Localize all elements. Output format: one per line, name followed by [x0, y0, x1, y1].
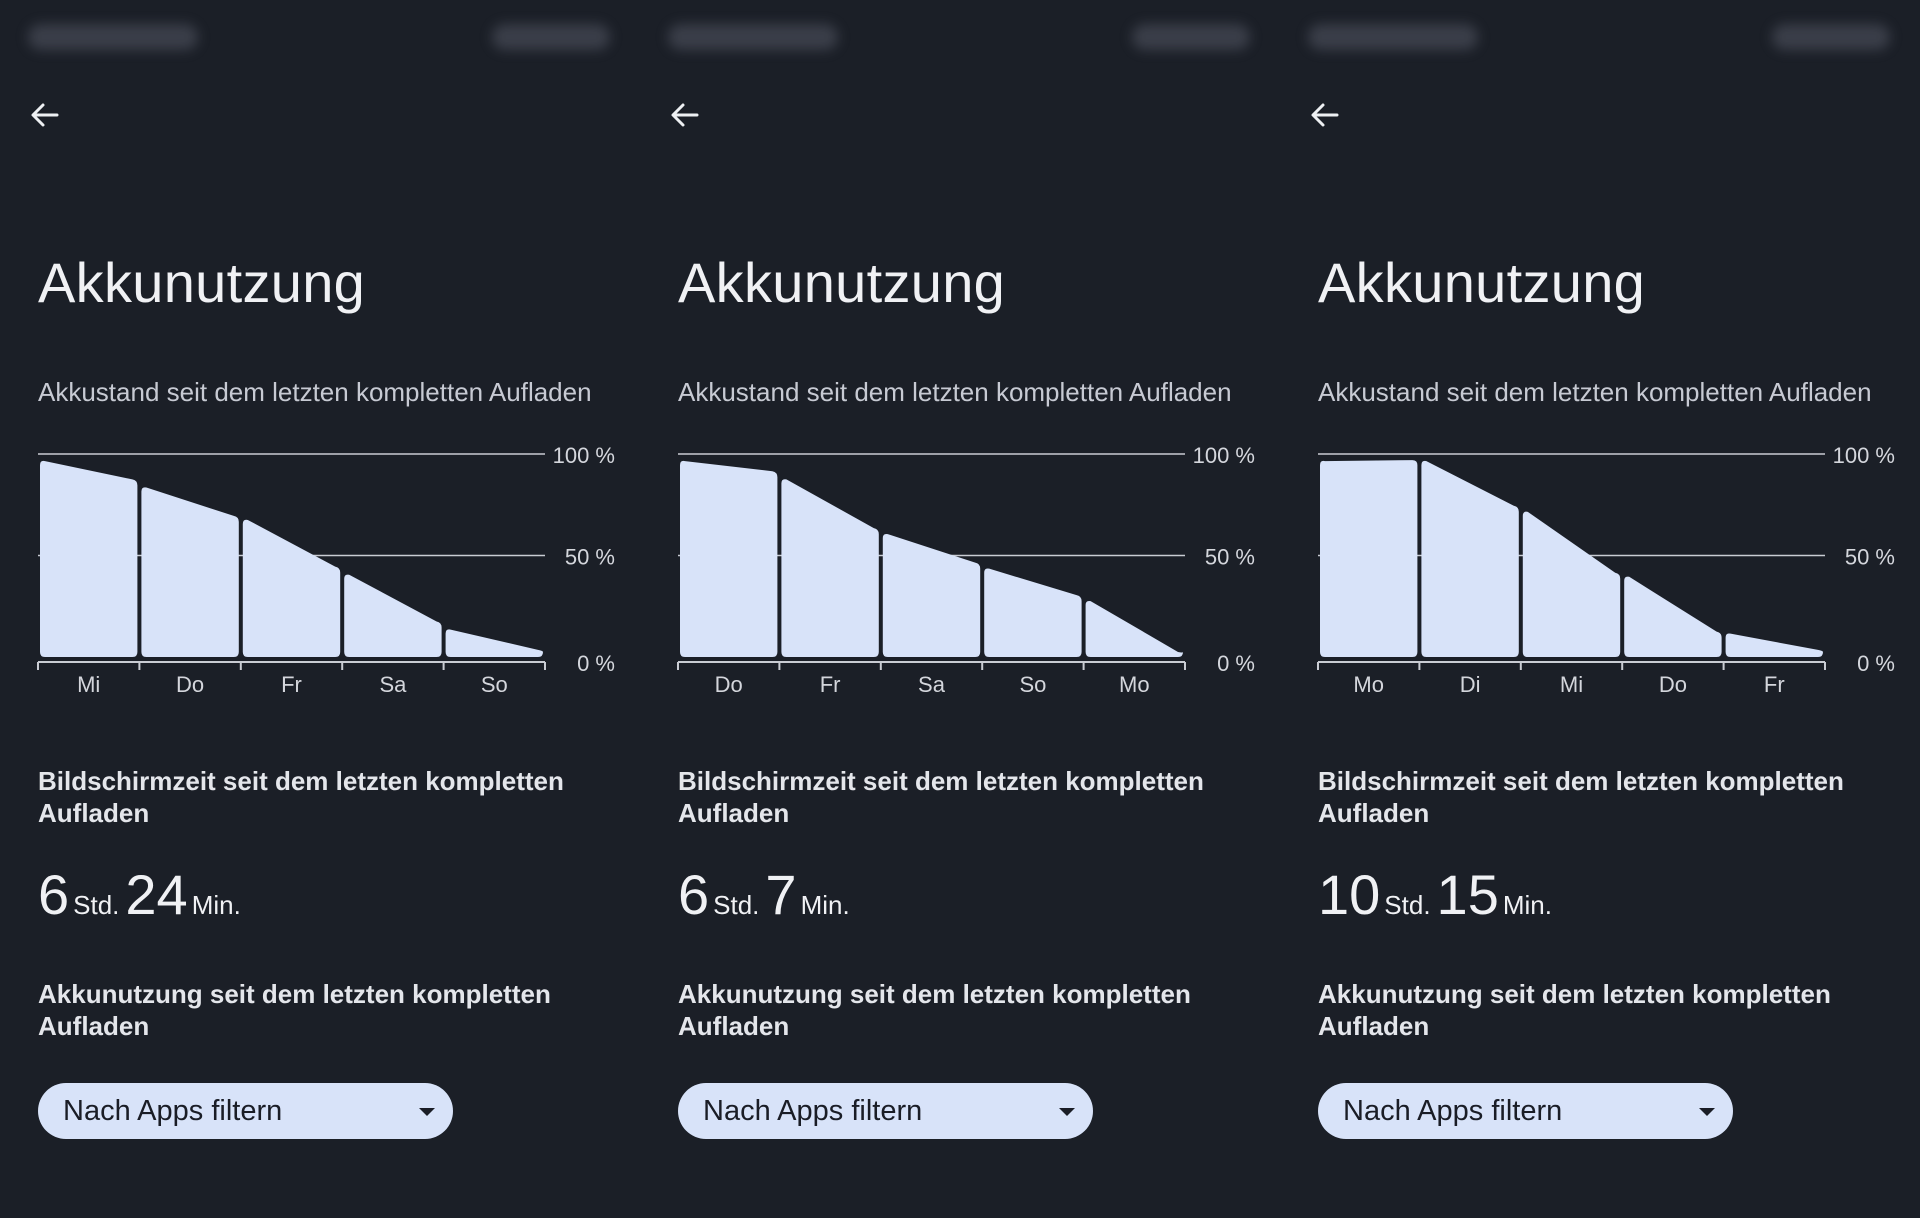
- x-category-label: Mi: [1560, 672, 1583, 697]
- battery-bar-sa: [344, 574, 442, 657]
- screen-time-value: 6 Std. 24 Min.: [38, 862, 247, 927]
- status-bar-left-blurred: [1308, 24, 1478, 50]
- page-title: Akkunutzung: [1318, 251, 1646, 314]
- y-tick-label: 0 %: [1217, 651, 1255, 676]
- screen-time-hours: 6: [38, 863, 70, 926]
- filter-by-apps-label: Nach Apps filtern: [703, 1094, 923, 1127]
- x-category-label: Do: [715, 672, 743, 697]
- y-tick-label: 0 %: [577, 651, 615, 676]
- screen-time-title: Bildschirmzeit seit dem letzten komplett…: [38, 766, 564, 828]
- battery-screen-2: Akkunutzung Akkustand seit dem letzten k…: [640, 0, 1280, 1218]
- y-tick-label: 0 %: [1857, 651, 1895, 676]
- battery-bar-do: [680, 460, 778, 657]
- back-button[interactable]: [24, 94, 66, 136]
- x-category-label: Do: [1659, 672, 1687, 697]
- battery-bar-so: [445, 629, 543, 657]
- battery-bar-mo: [1085, 600, 1183, 657]
- battery-bar-sa: [882, 534, 981, 657]
- screen-time-minutes-unit: Min.: [191, 890, 241, 920]
- arrow-left-icon: [671, 103, 699, 127]
- x-category-label: Do: [176, 672, 204, 697]
- screen-time-hours-unit: Std.: [1384, 890, 1431, 920]
- filter-by-apps-dropdown[interactable]: Nach Apps filtern: [1318, 1083, 1733, 1139]
- filter-by-apps-dropdown[interactable]: Nach Apps filtern: [38, 1083, 453, 1139]
- page-title: Akkunutzung: [38, 251, 366, 314]
- battery-bar-mo: [1320, 460, 1418, 657]
- arrow-left-icon: [1311, 103, 1339, 127]
- caret-down-icon: [1059, 1108, 1075, 1116]
- battery-bar-do: [1624, 576, 1722, 657]
- battery-bar-mi: [1522, 511, 1621, 657]
- filter-by-apps-label: Nach Apps filtern: [63, 1094, 283, 1127]
- caret-down-icon: [419, 1108, 435, 1116]
- y-tick-label: 50 %: [565, 545, 615, 570]
- battery-level-chart: 100 % 50 % 0 % Do Fr Sa So Mo: [677, 443, 1255, 697]
- screen-time-minutes: 15: [1436, 863, 1499, 926]
- x-category-label: Di: [1460, 672, 1481, 697]
- status-bar: [640, 0, 1280, 70]
- y-tick-label: 100 %: [1193, 443, 1255, 468]
- y-tick-label: 50 %: [1845, 545, 1895, 570]
- arrow-left-icon: [31, 103, 59, 127]
- battery-bar-do: [141, 487, 239, 657]
- x-category-label: So: [1019, 672, 1046, 697]
- screen-time-value: 10 Std. 15 Min.: [1318, 862, 1558, 927]
- battery-level-chart: 100 % 50 % 0 % Mo Di Mi Do Fr: [1317, 443, 1895, 697]
- back-button[interactable]: [1304, 94, 1346, 136]
- screen-time-minutes-unit: Min.: [1502, 890, 1552, 920]
- battery-bar-so: [984, 568, 1082, 657]
- battery-usage-title: Akkunutzung seit dem letzten kompletten …: [1318, 979, 1831, 1041]
- screen-time-value: 6 Std. 7 Min.: [678, 862, 856, 927]
- screen-time-minutes: 24: [125, 863, 188, 926]
- chart-caption: Akkustand seit dem letzten kompletten Au…: [678, 377, 1232, 407]
- battery-bar-fr: [1725, 633, 1823, 657]
- battery-screen-3: Akkunutzung Akkustand seit dem letzten k…: [1280, 0, 1920, 1218]
- x-category-label: So: [481, 672, 508, 697]
- battery-bar-di: [1421, 460, 1519, 657]
- filter-by-apps-label: Nach Apps filtern: [1343, 1094, 1563, 1127]
- screen-time-hours-unit: Std.: [713, 890, 760, 920]
- battery-screen-1: Akkunutzung Akkustand seit dem letzten k…: [0, 0, 640, 1218]
- screen-time-hours-unit: Std.: [73, 890, 120, 920]
- x-category-label: Fr: [281, 672, 302, 697]
- x-category-label: Mo: [1353, 672, 1384, 697]
- screen-time-minutes: 7: [765, 863, 797, 926]
- battery-bar-mi: [40, 460, 138, 657]
- y-tick-label: 50 %: [1205, 545, 1255, 570]
- filter-by-apps-dropdown[interactable]: Nach Apps filtern: [678, 1083, 1093, 1139]
- status-bar-right-blurred: [1772, 24, 1890, 50]
- status-bar-left-blurred: [668, 24, 838, 50]
- y-tick-label: 100 %: [1833, 443, 1895, 468]
- chart-caption: Akkustand seit dem letzten kompletten Au…: [38, 377, 592, 407]
- page-title: Akkunutzung: [678, 251, 1006, 314]
- battery-level-chart: 100 % 50 % 0 % Mi Do Fr Sa So: [37, 443, 615, 697]
- x-category-label: Fr: [1764, 672, 1785, 697]
- status-bar-right-blurred: [492, 24, 610, 50]
- status-bar: [1280, 0, 1920, 70]
- screen-time-title: Bildschirmzeit seit dem letzten komplett…: [1318, 766, 1844, 828]
- x-category-label: Sa: [379, 672, 407, 697]
- screen-time-hours: 10: [1318, 863, 1381, 926]
- screen-time-hours: 6: [678, 863, 710, 926]
- battery-bar-fr: [781, 479, 879, 657]
- caret-down-icon: [1699, 1108, 1715, 1116]
- x-category-label: Fr: [820, 672, 841, 697]
- back-button[interactable]: [664, 94, 706, 136]
- screen-time-minutes-unit: Min.: [800, 890, 850, 920]
- screen-time-title: Bildschirmzeit seit dem letzten komplett…: [678, 766, 1204, 828]
- battery-usage-title: Akkunutzung seit dem letzten kompletten …: [678, 979, 1191, 1041]
- battery-usage-title: Akkunutzung seit dem letzten kompletten …: [38, 979, 551, 1041]
- battery-bar-fr: [242, 519, 341, 657]
- chart-caption: Akkustand seit dem letzten kompletten Au…: [1318, 377, 1872, 407]
- y-tick-label: 100 %: [553, 443, 615, 468]
- status-bar-right-blurred: [1132, 24, 1250, 50]
- status-bar: [0, 0, 640, 70]
- x-category-label: Mi: [77, 672, 100, 697]
- status-bar-left-blurred: [28, 24, 198, 50]
- screenshot-collage: Akkunutzung Akkustand seit dem letzten k…: [0, 0, 1920, 1218]
- x-category-label: Mo: [1119, 672, 1150, 697]
- x-category-label: Sa: [918, 672, 946, 697]
